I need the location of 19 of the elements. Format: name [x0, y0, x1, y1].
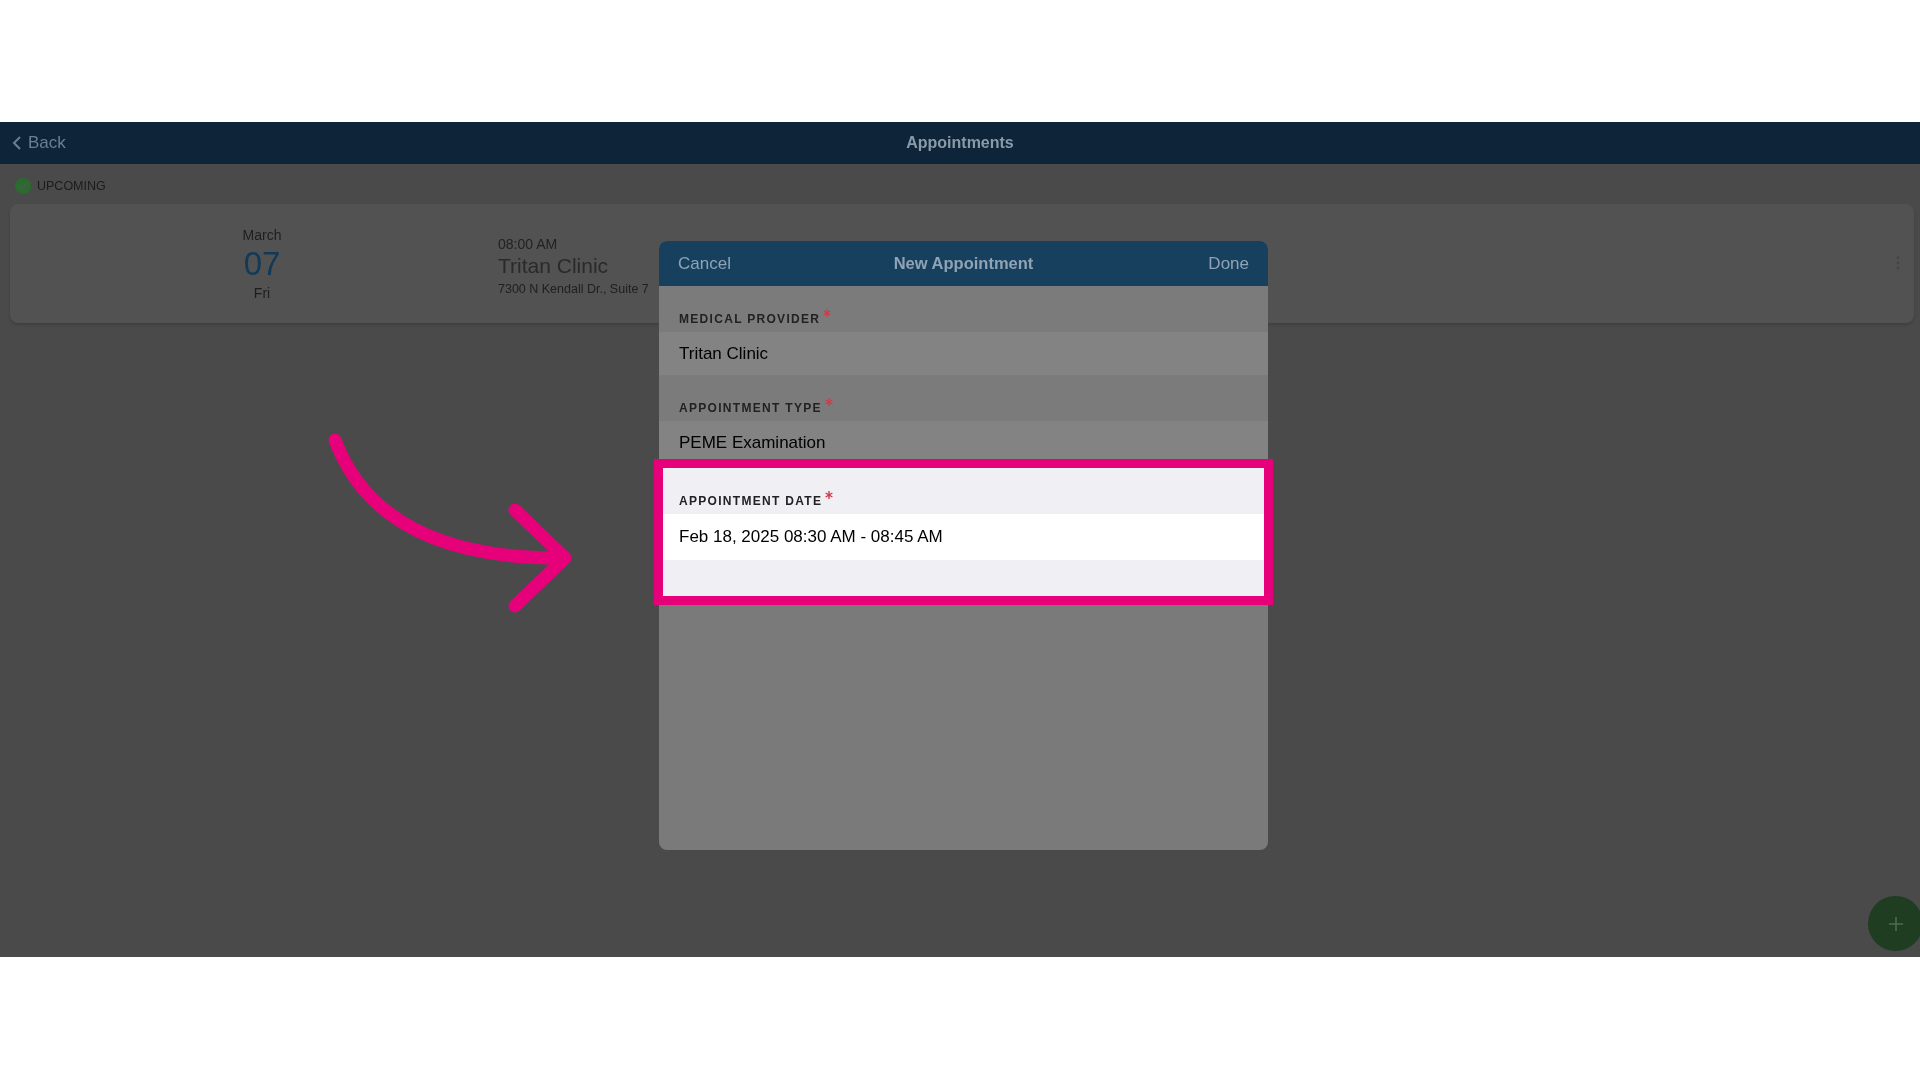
field-value[interactable]: Tritan Clinic: [679, 343, 769, 364]
dialog-title: New Appointment: [893, 254, 1034, 273]
field-label: MEDICAL PROVIDER: [679, 312, 821, 326]
add-button[interactable]: [1868, 896, 1920, 951]
check-circle-icon: [15, 178, 31, 194]
field-value[interactable]: PEME Examination: [679, 432, 826, 453]
required-icon: [825, 491, 834, 499]
day-number: 07: [243, 244, 281, 283]
required-icon: [824, 398, 833, 406]
back-button[interactable]: Back: [12, 133, 66, 153]
cancel-button[interactable]: Cancel: [678, 253, 731, 274]
required-icon: [823, 309, 832, 317]
plus-icon: [1887, 915, 1904, 932]
field-label: APPOINTMENT TYPE: [679, 401, 822, 415]
page-title: Appointments: [906, 134, 1014, 151]
done-button[interactable]: Done: [1208, 253, 1249, 274]
chevron-left-icon: [12, 135, 22, 151]
field-label: APPOINTMENT DATE: [679, 494, 823, 508]
field-value[interactable]: Feb 18, 2025 08:30 AM - 08:45 AM: [679, 527, 943, 547]
